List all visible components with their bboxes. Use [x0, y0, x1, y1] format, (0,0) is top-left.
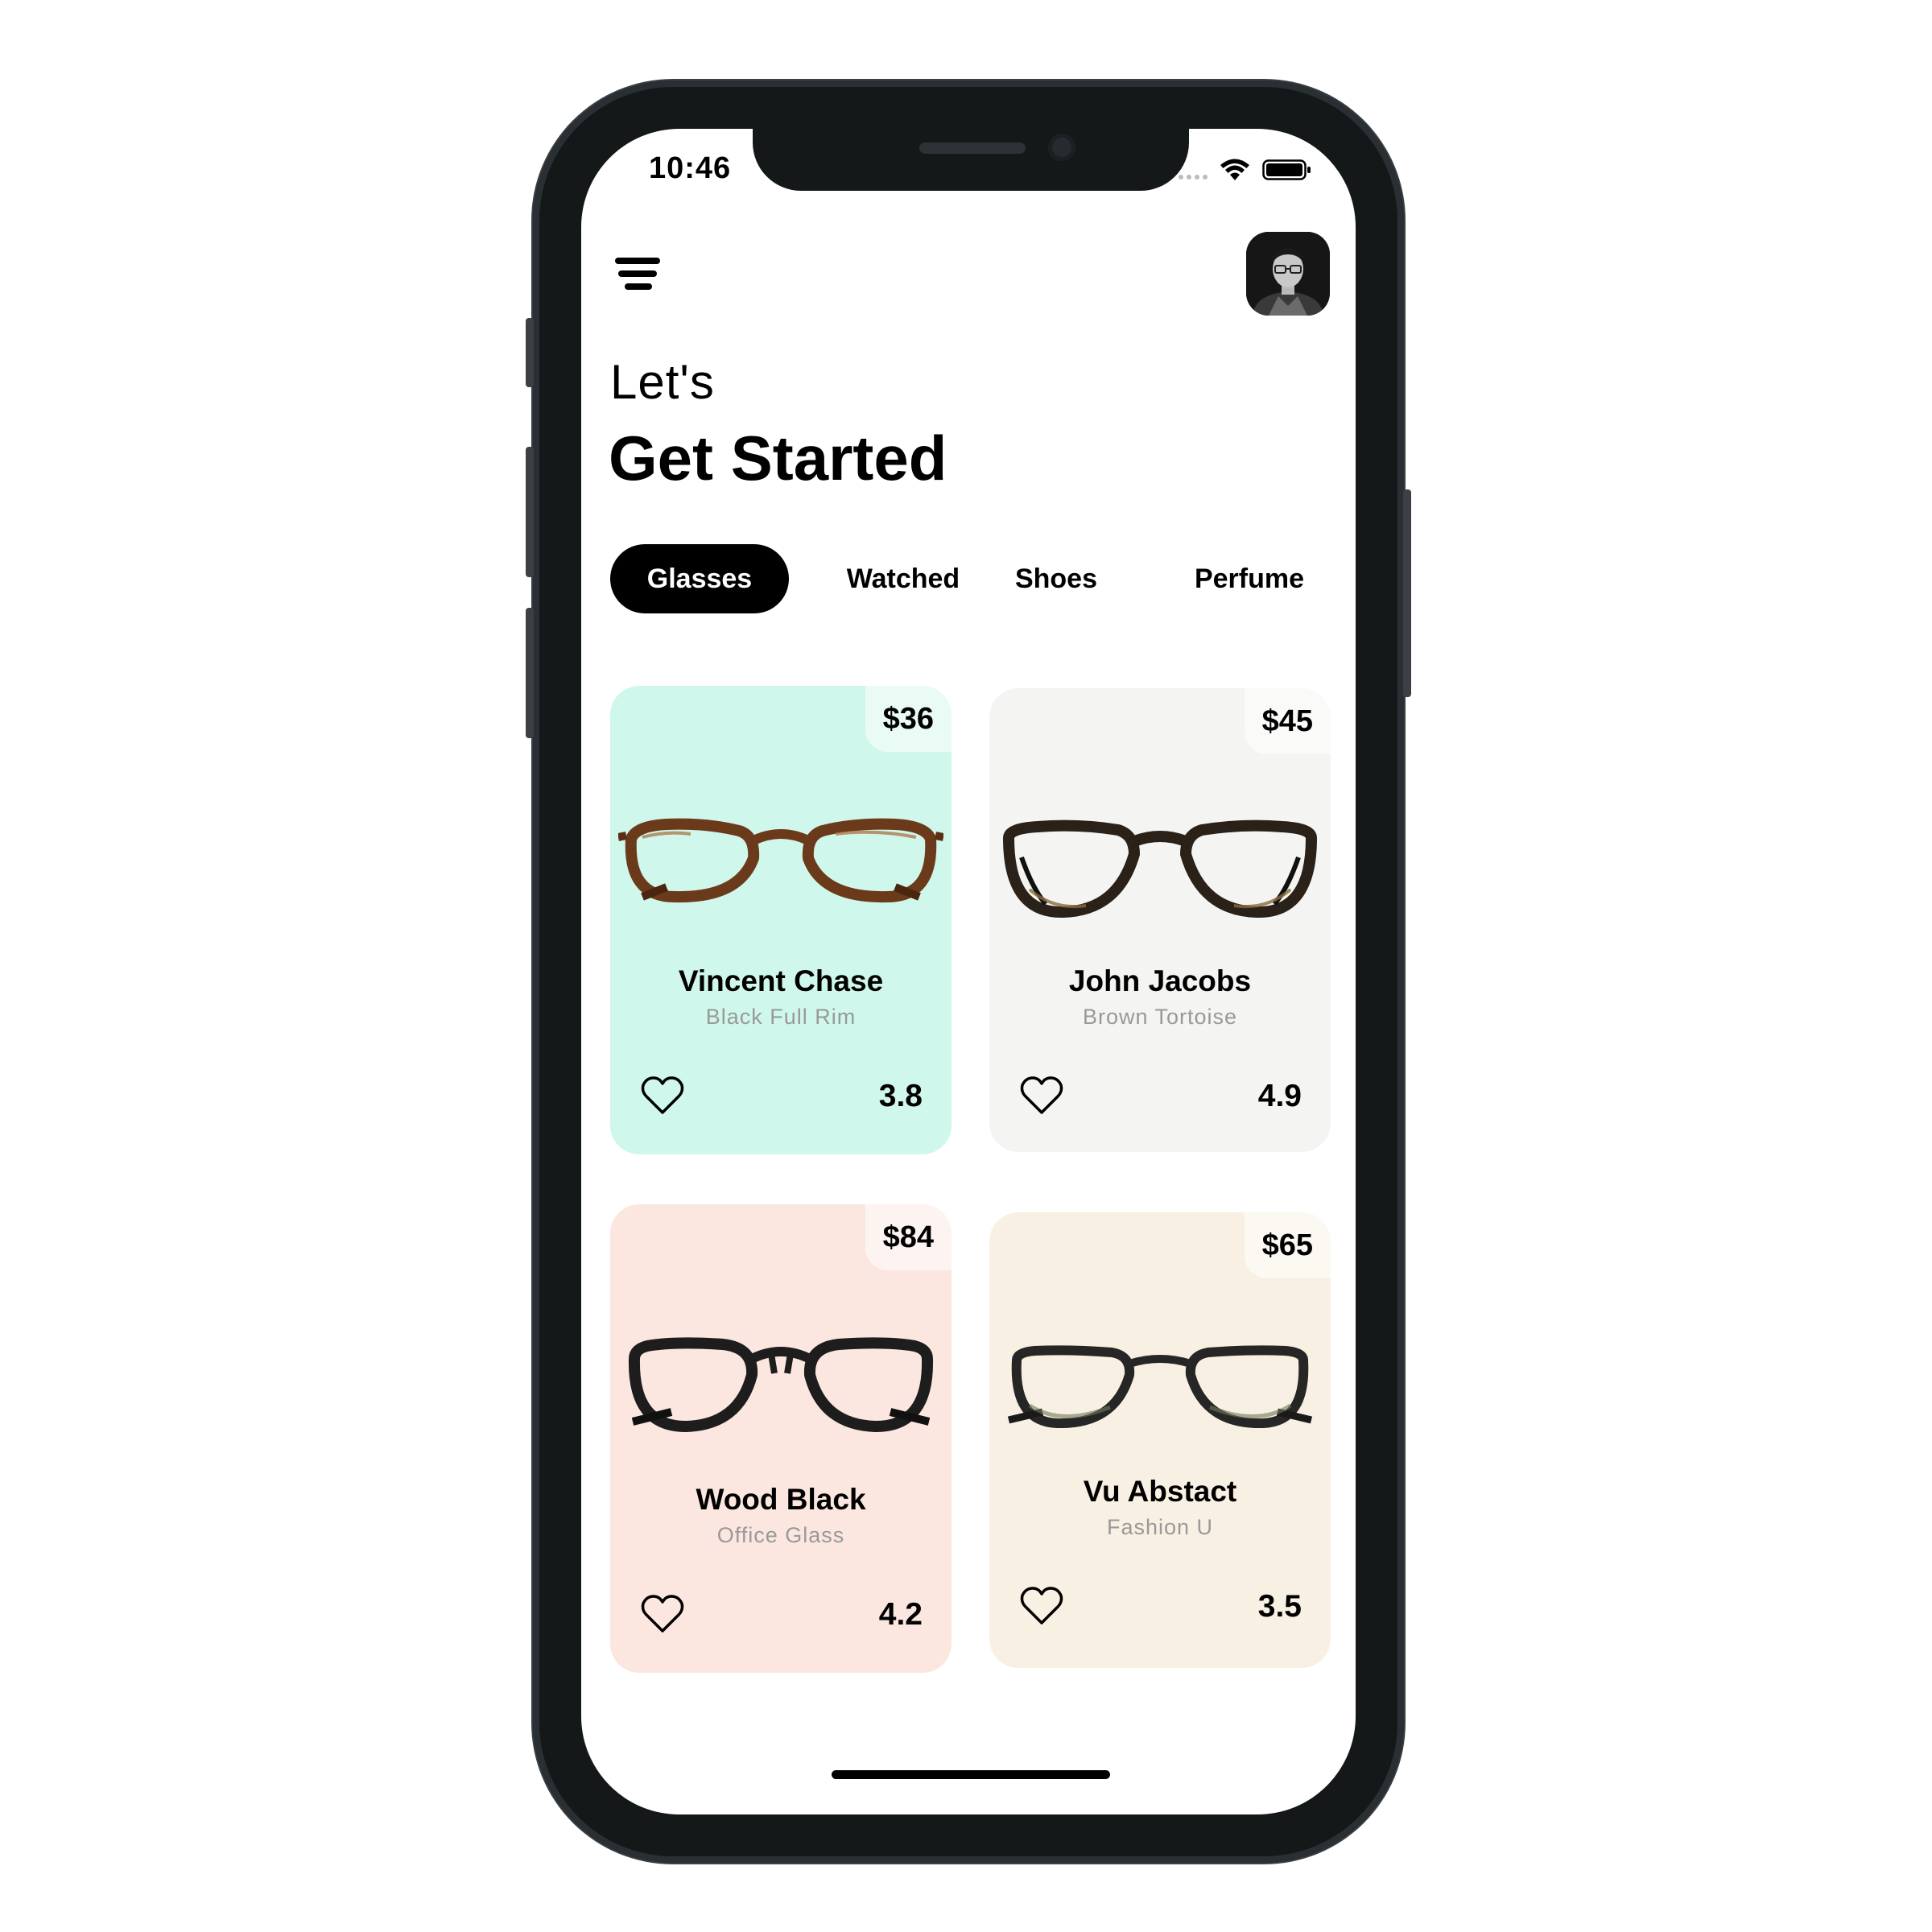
volume-up-button	[526, 447, 534, 577]
tab-shoes[interactable]: Shoes	[1000, 544, 1113, 613]
product-name: Vu Abstact	[1083, 1475, 1237, 1508]
product-name: John Jacobs	[1068, 964, 1252, 997]
heart-icon[interactable]	[641, 1075, 684, 1116]
menu-icon[interactable]	[613, 256, 663, 291]
speaker-grille	[919, 142, 1026, 154]
product-card[interactable]: $65 Vu Abstact Fashion U 3.5	[989, 1212, 1331, 1668]
phone-frame: 10:46 Let's Get Started Glasses Watched …	[526, 80, 1411, 1863]
volume-down-button	[526, 608, 534, 738]
product-subtitle: Black Full Rim	[705, 1005, 857, 1029]
greeting-small: Let's	[610, 355, 715, 409]
glasses-image	[1003, 819, 1317, 919]
tab-perfume[interactable]: Perfume	[1169, 544, 1330, 613]
status-time: 10:46	[649, 151, 732, 185]
status-indicators	[1179, 158, 1312, 182]
heart-icon[interactable]	[1020, 1586, 1063, 1626]
tab-watched[interactable]: Watched	[823, 544, 984, 613]
tab-glasses[interactable]: Glasses	[610, 544, 789, 613]
rating-value: 3.5	[1257, 1589, 1302, 1624]
product-card[interactable]: $36 Vincent Chase Black Full Rim 3.8	[610, 686, 952, 1154]
power-button	[1403, 489, 1411, 697]
product-subtitle: Office Glass	[716, 1523, 845, 1547]
signal-icon	[1179, 175, 1208, 180]
price-badge: $84	[865, 1204, 952, 1270]
rating-value: 4.2	[878, 1597, 923, 1632]
home-indicator[interactable]	[832, 1770, 1110, 1779]
silent-switch	[526, 318, 534, 387]
rating-value: 3.8	[878, 1079, 923, 1113]
notch	[753, 129, 1189, 191]
glasses-image	[628, 1337, 934, 1432]
product-card[interactable]: $84 Wood Black Office Glass 4.2	[610, 1204, 952, 1673]
product-subtitle: Fashion U	[1106, 1515, 1214, 1539]
price-badge: $65	[1244, 1212, 1331, 1278]
rating-value: 4.9	[1257, 1079, 1302, 1113]
glasses-image	[618, 818, 943, 903]
person-photo-icon	[1246, 232, 1330, 316]
price-badge: $45	[1244, 688, 1331, 754]
product-subtitle: Brown Tortoise	[1082, 1005, 1238, 1029]
heart-icon[interactable]	[641, 1594, 684, 1634]
price-badge: $36	[865, 686, 952, 752]
battery-icon	[1262, 159, 1311, 180]
product-card[interactable]: $45 John Jacobs Brown Tortoise 4.9	[989, 688, 1331, 1152]
heart-icon[interactable]	[1020, 1075, 1063, 1116]
product-name: Wood Black	[696, 1483, 866, 1516]
front-camera	[1048, 134, 1075, 161]
app-screen: 10:46 Let's Get Started Glasses Watched …	[581, 129, 1356, 1814]
page-title: Get Started	[609, 423, 947, 493]
wifi-icon	[1220, 159, 1249, 180]
product-name: Vincent Chase	[678, 964, 884, 997]
user-avatar[interactable]	[1246, 232, 1330, 316]
glasses-image	[1007, 1345, 1313, 1429]
